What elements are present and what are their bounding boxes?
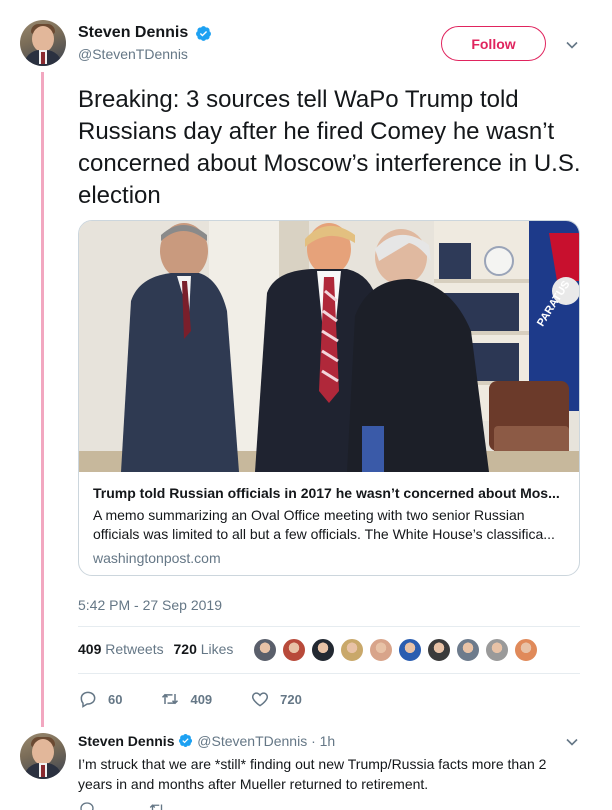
likes-label: Likes bbox=[200, 641, 234, 657]
verified-badge-icon bbox=[195, 25, 211, 41]
display-name[interactable]: Steven Dennis bbox=[78, 24, 188, 42]
retweet-button[interactable]: 409 bbox=[160, 689, 212, 709]
card-image: PARATUS bbox=[79, 221, 579, 472]
tweet-actions: 60 409 720 bbox=[78, 689, 340, 709]
follow-button[interactable]: Follow bbox=[441, 26, 546, 61]
chevron-down-icon[interactable] bbox=[565, 735, 579, 749]
thread-line bbox=[41, 72, 44, 727]
liker-avatar[interactable] bbox=[311, 638, 335, 662]
reply-handle[interactable]: @StevenTDennis bbox=[197, 733, 307, 749]
likes-count: 720 bbox=[173, 641, 197, 657]
card-description: A memo summarizing an Oval Office meetin… bbox=[93, 507, 555, 542]
like-button[interactable]: 720 bbox=[250, 689, 302, 709]
retweet-icon[interactable] bbox=[148, 800, 166, 810]
liker-avatar[interactable] bbox=[427, 638, 451, 662]
reply-time[interactable]: · 1h bbox=[311, 733, 335, 749]
reply-actions bbox=[78, 800, 218, 810]
card-title[interactable]: Trump told Russian officials in 2017 he … bbox=[93, 484, 565, 502]
reply-avatar[interactable] bbox=[20, 733, 66, 779]
retweets-stat[interactable]: 409 Retweets bbox=[78, 641, 164, 657]
retweets-label: Retweets bbox=[105, 641, 164, 657]
divider bbox=[78, 626, 580, 627]
liker-avatar[interactable] bbox=[514, 638, 538, 662]
liker-avatar[interactable] bbox=[485, 638, 509, 662]
reply-count: 60 bbox=[108, 691, 123, 707]
card-domain: washingtonpost.com bbox=[93, 550, 221, 566]
oval-office-photo: PARATUS bbox=[79, 221, 579, 472]
heart-icon bbox=[252, 692, 269, 707]
liker-avatar[interactable] bbox=[398, 638, 422, 662]
avatar[interactable] bbox=[20, 20, 66, 66]
retweet-icon bbox=[162, 693, 179, 705]
tweet-text: Breaking: 3 sources tell WaPo Trump told… bbox=[78, 86, 581, 209]
likers-avatars bbox=[253, 638, 543, 662]
timestamp[interactable]: 5:42 PM - 27 Sep 2019 bbox=[78, 597, 222, 613]
liker-avatar[interactable] bbox=[282, 638, 306, 662]
reply-display-name[interactable]: Steven Dennis bbox=[78, 733, 174, 749]
reply-icon[interactable] bbox=[78, 800, 96, 810]
liker-avatar[interactable] bbox=[253, 638, 277, 662]
verified-badge-icon bbox=[179, 734, 193, 748]
liker-avatar[interactable] bbox=[456, 638, 480, 662]
handle[interactable]: @StevenTDennis bbox=[78, 46, 212, 62]
divider bbox=[78, 673, 580, 674]
reply-button[interactable]: 60 bbox=[78, 689, 122, 709]
reply-header: Steven Dennis @StevenTDennis · 1h bbox=[78, 733, 335, 749]
reply-text: I’m struck that we are *still* finding o… bbox=[78, 756, 547, 792]
liker-avatar[interactable] bbox=[340, 638, 364, 662]
like-count: 720 bbox=[280, 691, 302, 707]
liker-avatar[interactable] bbox=[369, 638, 393, 662]
author-block[interactable]: Steven Dennis @StevenTDennis bbox=[78, 24, 212, 62]
likes-stat[interactable]: 720 Likes bbox=[174, 641, 234, 657]
retweets-count: 409 bbox=[78, 641, 102, 657]
chevron-down-icon[interactable] bbox=[565, 38, 579, 52]
retweet-count: 409 bbox=[190, 691, 213, 707]
reply-icon bbox=[80, 691, 96, 708]
link-card[interactable]: PARATUS Trump told Russian officials in … bbox=[78, 220, 580, 576]
engagement-stats: 409 Retweets 720 Likes bbox=[78, 641, 239, 657]
